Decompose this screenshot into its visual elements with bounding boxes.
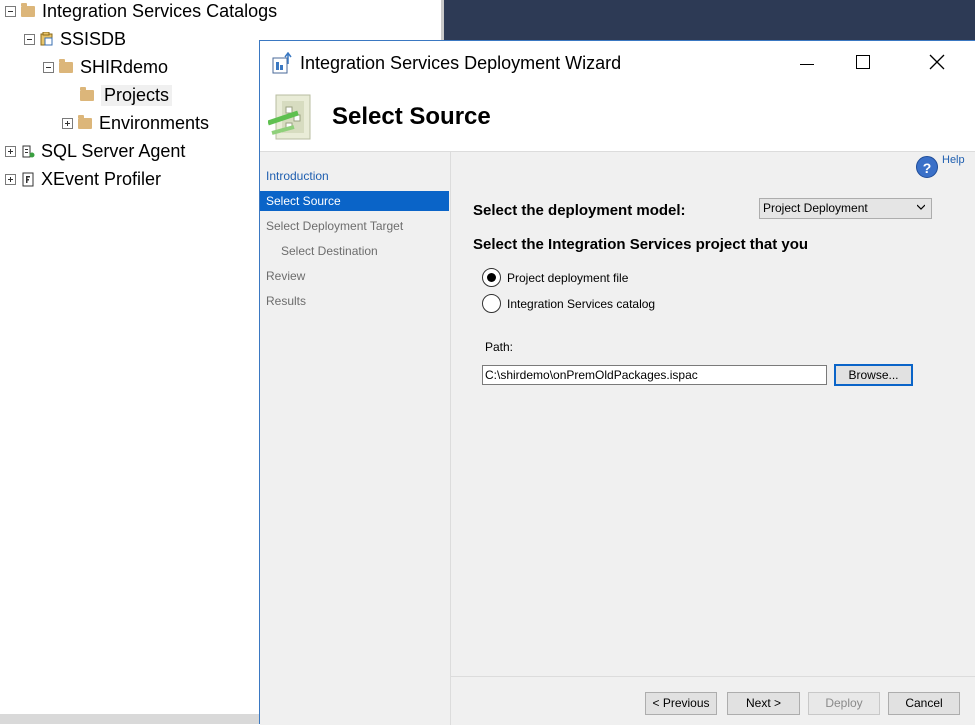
tree-item-label: Environments: [99, 112, 210, 133]
page-title: Select Source: [332, 103, 491, 130]
footer-divider: [451, 676, 975, 677]
tree-item-ssisdb[interactable]: SSISDB: [24, 26, 126, 52]
expand-icon[interactable]: [62, 117, 73, 129]
agent-icon: [22, 145, 35, 157]
help-link[interactable]: Help: [942, 154, 965, 166]
maximize-button[interactable]: [850, 53, 876, 75]
tree-item-label: SQL Server Agent: [41, 140, 186, 161]
nav-item-select-source[interactable]: Select Source: [260, 191, 449, 211]
radio-integration-services-catalog-label[interactable]: Integration Services catalog: [507, 297, 655, 311]
tree-item-label: Projects: [101, 84, 173, 106]
path-label: Path:: [485, 340, 514, 354]
horizontal-scrollbar[interactable]: [0, 714, 260, 724]
wizard-steps-nav: Introduction Select Source Select Deploy…: [260, 151, 451, 725]
close-icon: [929, 54, 945, 70]
collapse-icon[interactable]: [43, 61, 54, 73]
deploy-button: Deploy: [808, 692, 880, 715]
folder-icon: [59, 58, 73, 73]
tree-item-integration-services-catalogs[interactable]: Integration Services Catalogs: [5, 0, 277, 24]
previous-button[interactable]: < Previous: [645, 692, 717, 715]
close-button[interactable]: [924, 49, 950, 75]
nav-item-select-deployment-target: Select Deployment Target: [266, 219, 404, 233]
expand-icon[interactable]: [5, 173, 16, 185]
tree-item-label: SSISDB: [60, 28, 127, 49]
expand-icon[interactable]: [5, 145, 16, 157]
tree-item-label: SHIRdemo: [80, 56, 169, 77]
tree-item-projects[interactable]: Projects: [80, 82, 173, 108]
radio-project-deployment-file-label[interactable]: Project deployment file: [507, 271, 628, 285]
deployment-wizard-dialog: Integration Services Deployment Wizard S…: [259, 40, 975, 725]
window-title: Integration Services Deployment Wizard: [300, 53, 622, 73]
browse-button[interactable]: Browse...: [834, 364, 913, 386]
deployment-model-value: Project Deployment: [763, 201, 868, 215]
nav-item-review: Review: [266, 269, 306, 283]
deployment-model-label: Select the deployment model:: [473, 202, 686, 219]
folder-icon: [78, 114, 92, 129]
wizard-content: ? Help Select the deployment model: Proj…: [451, 151, 975, 725]
next-button[interactable]: Next >: [727, 692, 800, 715]
tree-item-sql-server-agent[interactable]: SQL Server Agent: [5, 138, 185, 164]
tree-item-xevent-profiler[interactable]: XEvent Profiler: [5, 166, 161, 192]
help-icon[interactable]: ?: [916, 156, 938, 178]
nav-item-introduction[interactable]: Introduction: [260, 166, 449, 186]
folder-icon: [80, 86, 94, 101]
path-input[interactable]: [482, 365, 827, 385]
catalog-database-icon: [40, 32, 53, 46]
nav-item-results: Results: [266, 294, 307, 308]
collapse-icon[interactable]: [5, 5, 16, 17]
profiler-icon: [22, 172, 34, 186]
wizard-header-icon: [268, 94, 311, 140]
nav-item-select-destination: Select Destination: [281, 244, 378, 258]
tree-item-label: Integration Services Catalogs: [42, 0, 278, 21]
tree-item-environments[interactable]: Environments: [62, 110, 209, 136]
minimize-button[interactable]: [794, 53, 820, 75]
wizard-app-icon: [272, 52, 292, 74]
tree-item-label: XEvent Profiler: [41, 168, 162, 189]
collapse-icon[interactable]: [24, 33, 35, 45]
tree-item-shirdemo[interactable]: SHIRdemo: [43, 54, 168, 80]
background-window: [444, 0, 975, 40]
cancel-button[interactable]: Cancel: [888, 692, 960, 715]
deployment-model-select[interactable]: Project Deployment: [759, 198, 932, 219]
folder-icon: [21, 2, 35, 17]
project-source-prompt: Select the Integration Services project …: [473, 236, 809, 253]
radio-project-deployment-file[interactable]: [482, 268, 501, 287]
chevron-down-icon: [917, 204, 925, 210]
radio-integration-services-catalog[interactable]: [482, 294, 501, 313]
